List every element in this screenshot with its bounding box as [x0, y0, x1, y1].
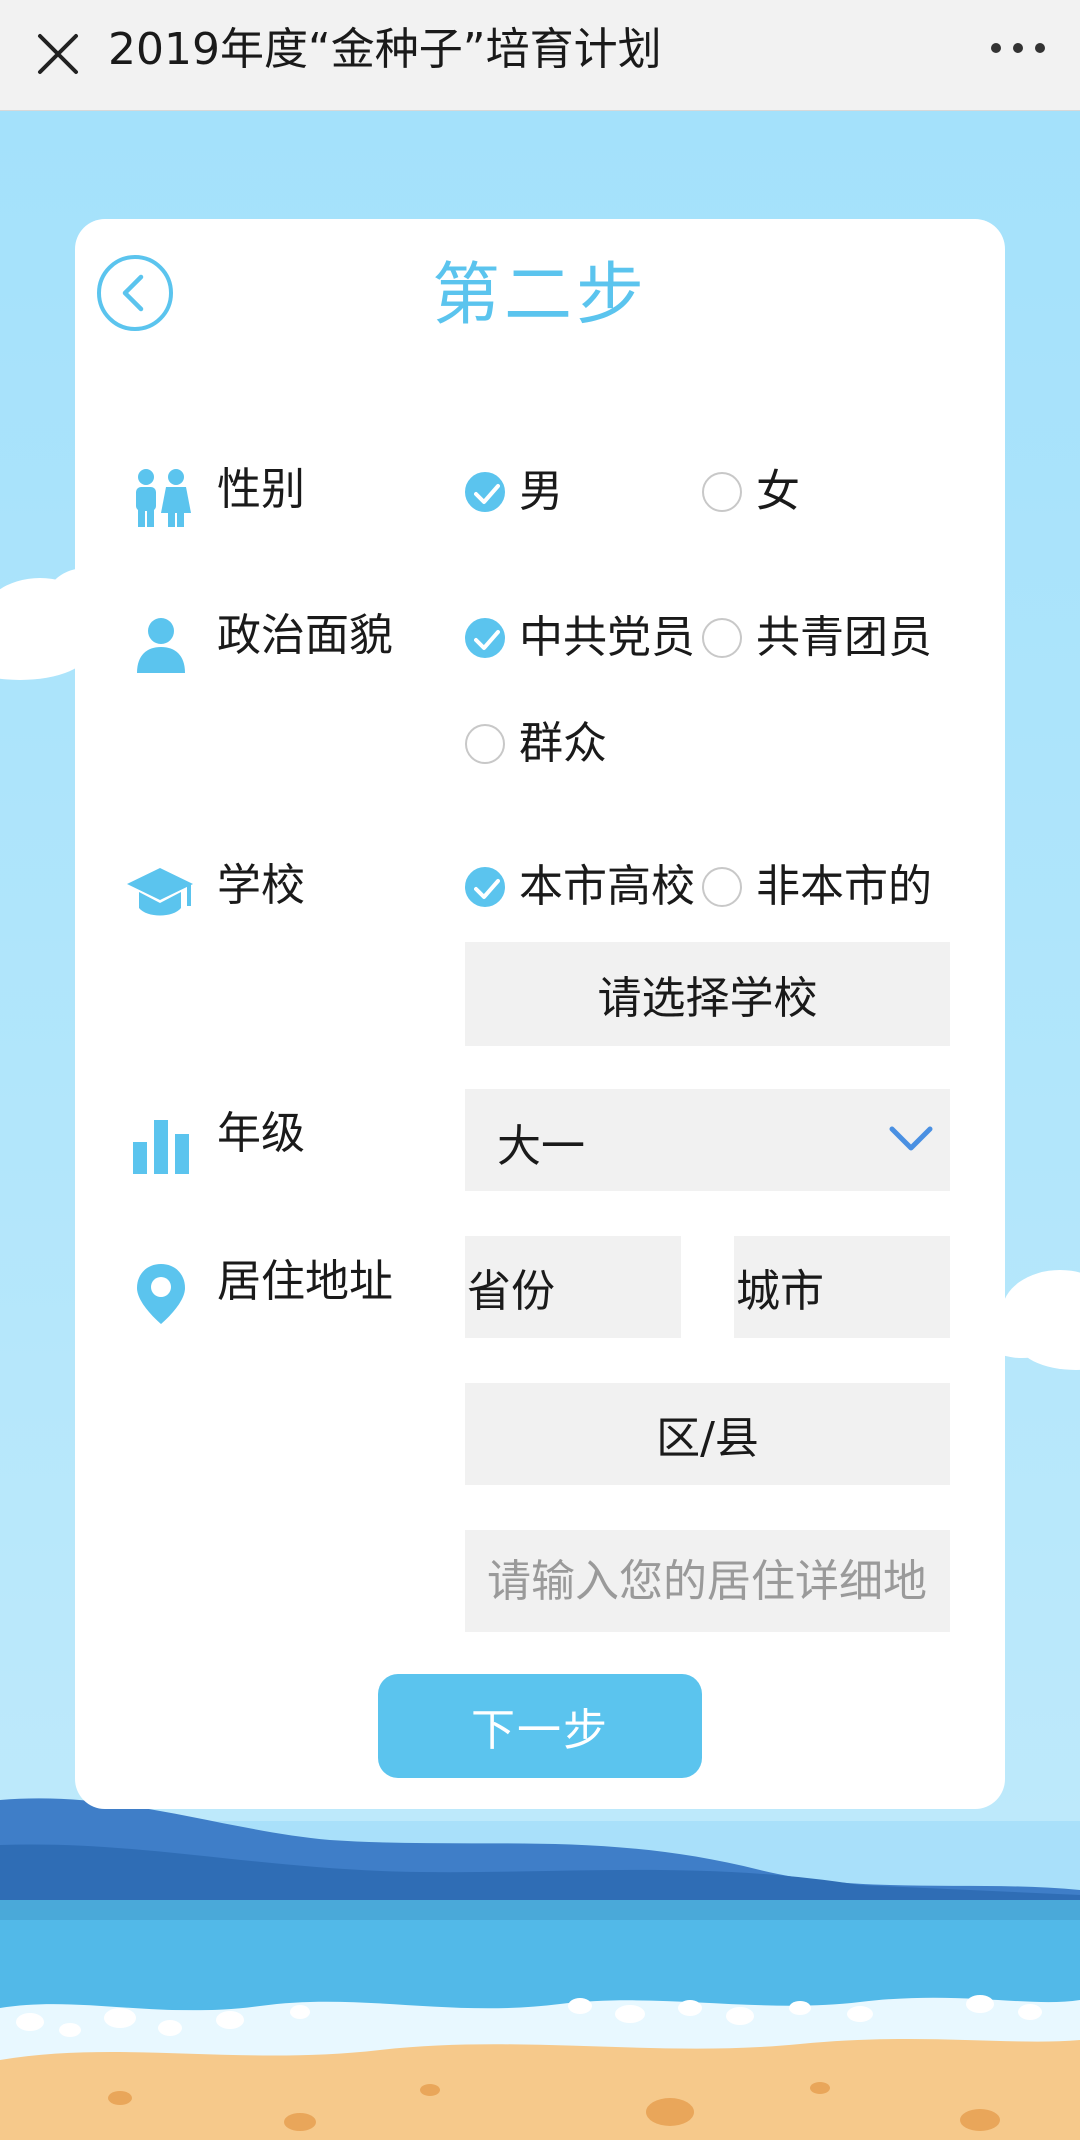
grade-label: 年级 [217, 1108, 305, 1159]
political-label: 政治面貌 [217, 610, 393, 661]
graduation-cap-icon [125, 862, 195, 926]
school-label: 学校 [217, 860, 305, 911]
step-title: 第二步 [431, 256, 648, 335]
select-school-label: 请选择学校 [597, 973, 818, 1024]
school-option-local[interactable]: 本市高校 [465, 859, 695, 915]
option-label: 中共党员 [519, 612, 695, 663]
person-icon [129, 613, 193, 677]
district-select[interactable]: 区/县 [465, 1383, 950, 1485]
gender-label: 性别 [217, 464, 305, 515]
district-label: 区/县 [656, 1413, 759, 1464]
bar-chart-icon [129, 1112, 193, 1176]
city-select[interactable]: 城市 [734, 1236, 950, 1338]
select-school-button[interactable]: 请选择学校 [465, 942, 950, 1046]
option-label: 非本市的 [756, 861, 932, 912]
grade-value: 大一 [497, 1121, 585, 1172]
political-option-masses[interactable]: 群众 [465, 716, 607, 772]
option-label: 共青团员 [756, 612, 932, 663]
people-icon [129, 465, 193, 529]
province-label: 省份 [467, 1266, 555, 1317]
gender-option-female[interactable]: 女 [702, 464, 800, 520]
form-card: 第二步 性别 男 女 政治面貌 中共党员 共青团员 群众 学校 本市高校 非本市… [75, 219, 1005, 1809]
option-label: 群众 [519, 718, 607, 769]
option-label: 本市高校 [519, 861, 695, 912]
grade-select[interactable]: 大一 [465, 1089, 950, 1191]
gender-option-male[interactable]: 男 [465, 464, 563, 520]
chevron-down-icon [889, 1126, 933, 1151]
option-label: 男 [519, 466, 563, 517]
radio-unchecked-icon[interactable] [702, 472, 742, 512]
city-label: 城市 [736, 1266, 824, 1317]
political-option-party-member[interactable]: 中共党员 [465, 610, 695, 666]
school-option-nonlocal[interactable]: 非本市的 [702, 859, 932, 915]
political-option-league-member[interactable]: 共青团员 [702, 610, 932, 666]
address-detail-input[interactable] [465, 1530, 950, 1632]
next-step-button[interactable]: 下一步 [378, 1674, 702, 1778]
radio-unchecked-icon[interactable] [465, 724, 505, 764]
radio-checked-icon[interactable] [465, 618, 505, 658]
sand [0, 2038, 1080, 2140]
radio-unchecked-icon[interactable] [702, 618, 742, 658]
radio-unchecked-icon[interactable] [702, 867, 742, 907]
province-select[interactable]: 省份 [465, 1236, 681, 1338]
location-pin-icon [129, 1262, 193, 1326]
option-label: 女 [756, 466, 800, 517]
radio-checked-icon[interactable] [465, 472, 505, 512]
radio-checked-icon[interactable] [465, 867, 505, 907]
address-label: 居住地址 [217, 1256, 393, 1307]
